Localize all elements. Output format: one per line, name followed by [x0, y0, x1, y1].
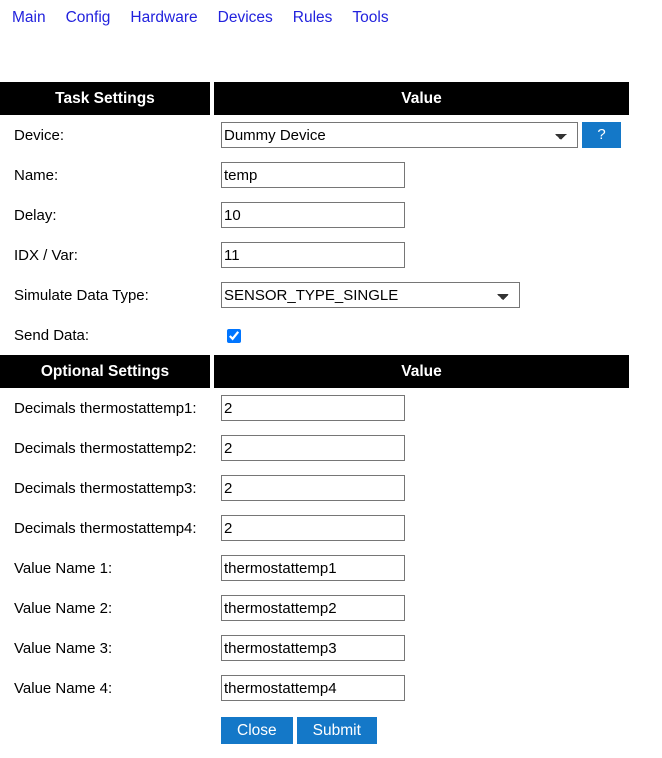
nav-link-tools[interactable]: Tools — [352, 8, 388, 28]
decimals-1-input[interactable] — [221, 395, 405, 421]
idx-var-row: IDX / Var: — [0, 235, 629, 275]
decimals-3-value-cell — [214, 468, 629, 508]
optional-settings-header-row: Optional Settings Value — [0, 355, 629, 388]
nav-link-hardware[interactable]: Hardware — [130, 8, 197, 28]
nav-link-rules[interactable]: Rules — [293, 8, 333, 28]
send-data-row: Send Data: — [0, 315, 629, 355]
decimals-row: Decimals thermostattemp4: — [0, 508, 629, 548]
name-input[interactable] — [221, 162, 405, 188]
task-settings-header-row: Task Settings Value — [0, 82, 629, 115]
device-help-button[interactable]: ? — [582, 122, 621, 148]
device-select[interactable]: Dummy Device — [221, 122, 578, 148]
value-name-3-input[interactable] — [221, 635, 405, 661]
task-settings-form: Task Settings Value Device: Dummy Device… — [0, 82, 629, 708]
decimals-4-input[interactable] — [221, 515, 405, 541]
value-name-3-label: Value Name 3: — [14, 639, 113, 657]
simulate-data-type-label: Simulate Data Type: — [14, 286, 149, 304]
value-name-1-value-cell — [214, 548, 629, 588]
value-name-4-value-cell — [214, 668, 629, 708]
task-settings-header-value: Value — [214, 82, 629, 115]
name-label: Name: — [14, 166, 59, 184]
form-button-bar: Close Submit — [0, 717, 662, 744]
nav-link-devices[interactable]: Devices — [218, 8, 273, 28]
submit-button[interactable]: Submit — [296, 717, 377, 744]
device-value-cell: Dummy Device ? — [214, 115, 629, 155]
device-row: Device: Dummy Device ? — [0, 115, 629, 155]
value-name-2-value-cell — [214, 588, 629, 628]
decimals-3-input[interactable] — [221, 475, 405, 501]
task-settings-header-label: Task Settings — [0, 82, 214, 115]
nav-link-main[interactable]: Main — [12, 8, 46, 28]
main-navigation: Main Config Hardware Devices Rules Tools — [0, 0, 662, 30]
value-name-row: Value Name 3: — [0, 628, 629, 668]
optional-settings-header-value: Value — [214, 355, 629, 388]
value-name-3-value-cell — [214, 628, 629, 668]
optional-settings-header-label: Optional Settings — [0, 355, 214, 388]
value-name-row: Value Name 1: — [0, 548, 629, 588]
decimals-3-label: Decimals thermostattemp3: — [14, 479, 197, 497]
delay-row: Delay: — [0, 195, 629, 235]
nav-link-config[interactable]: Config — [66, 8, 111, 28]
decimals-1-value-cell — [214, 388, 629, 428]
value-name-2-input[interactable] — [221, 595, 405, 621]
simulate-data-type-select[interactable]: SENSOR_TYPE_SINGLE — [221, 282, 520, 308]
delay-label: Delay: — [14, 206, 57, 224]
decimals-row: Decimals thermostattemp2: — [0, 428, 629, 468]
decimals-1-label: Decimals thermostattemp1: — [14, 399, 197, 417]
send-data-label: Send Data: — [14, 326, 90, 344]
simulate-data-type-value-cell: SENSOR_TYPE_SINGLE — [214, 275, 629, 315]
idx-var-input[interactable] — [221, 242, 405, 268]
value-name-4-label: Value Name 4: — [14, 679, 113, 697]
idx-var-value-cell — [214, 235, 629, 275]
value-name-row: Value Name 2: — [0, 588, 629, 628]
decimals-row: Decimals thermostattemp1: — [0, 388, 629, 428]
decimals-4-value-cell — [214, 508, 629, 548]
close-button[interactable]: Close — [221, 717, 293, 744]
decimals-2-input[interactable] — [221, 435, 405, 461]
decimals-row: Decimals thermostattemp3: — [0, 468, 629, 508]
send-data-checkbox[interactable] — [227, 328, 241, 343]
value-name-4-input[interactable] — [221, 675, 405, 701]
value-name-2-label: Value Name 2: — [14, 599, 113, 617]
idx-var-label: IDX / Var: — [14, 246, 78, 264]
name-value-cell — [214, 155, 629, 195]
value-name-1-label: Value Name 1: — [14, 559, 113, 577]
simulate-data-type-row: Simulate Data Type: SENSOR_TYPE_SINGLE — [0, 275, 629, 315]
device-label: Device: — [14, 126, 65, 144]
decimals-2-value-cell — [214, 428, 629, 468]
send-data-value-cell — [214, 315, 629, 355]
value-name-row: Value Name 4: — [0, 668, 629, 708]
delay-value-cell — [214, 195, 629, 235]
name-row: Name: — [0, 155, 629, 195]
decimals-2-label: Decimals thermostattemp2: — [14, 439, 197, 457]
delay-input[interactable] — [221, 202, 405, 228]
value-name-1-input[interactable] — [221, 555, 405, 581]
decimals-4-label: Decimals thermostattemp4: — [14, 519, 197, 537]
